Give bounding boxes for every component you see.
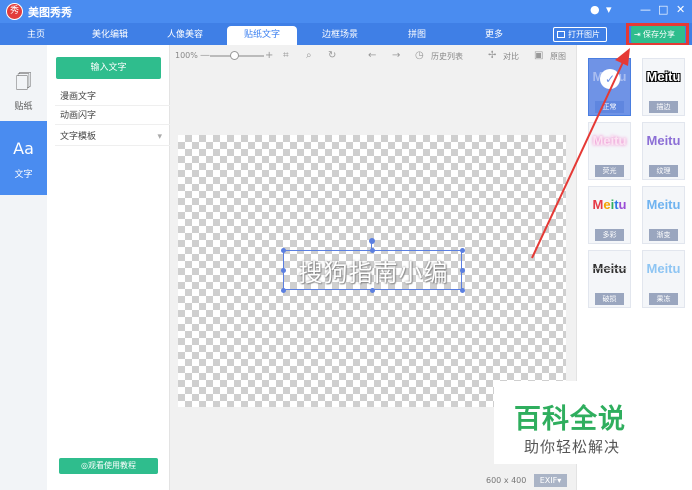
left-nav: 🗍 贴纸 Aa 文字	[0, 45, 47, 490]
open-image-button[interactable]: 打开图片	[553, 27, 607, 42]
tab-home[interactable]: 主页	[14, 26, 58, 45]
resize-handle-mr[interactable]	[460, 268, 465, 273]
nav-sticker[interactable]: 🗍 贴纸	[0, 53, 47, 127]
skin-icon[interactable]: ●	[590, 3, 600, 16]
style-neon[interactable]: Meitu 荧光	[588, 122, 631, 180]
maximize-icon[interactable]: □	[658, 3, 668, 16]
nav-text[interactable]: Aa 文字	[0, 121, 47, 195]
style-colorful[interactable]: Meitu 多彩	[588, 186, 631, 244]
text-panel: 输入文字 漫画文字 动画闪字 文字模板 ▾ ◎观看使用教程	[47, 45, 170, 490]
compare-icon[interactable]: ✢	[488, 50, 496, 61]
menu-item-comic-text[interactable]: 漫画文字	[55, 88, 170, 106]
zoom-in-icon[interactable]: +	[265, 50, 273, 61]
tab-portrait[interactable]: 人像美容	[157, 26, 213, 45]
style-gradient[interactable]: Meitu 渐变	[642, 186, 685, 244]
menu-item-text-template[interactable]: 文字模板 ▾	[55, 128, 170, 146]
image-size-label: 600 x 400	[486, 476, 527, 485]
watermark-subtitle: 助你轻松解决	[524, 438, 621, 456]
text-icon: Aa	[13, 139, 34, 158]
save-highlight-box	[626, 23, 689, 46]
resize-handle-tl[interactable]	[281, 248, 286, 253]
search-icon[interactable]: ⌕	[306, 50, 312, 61]
app-title: 美图秀秀	[28, 6, 72, 19]
redo-icon[interactable]: →	[392, 50, 400, 61]
tab-collage[interactable]: 拼图	[397, 26, 437, 45]
tab-more[interactable]: 更多	[474, 26, 514, 45]
history-icon[interactable]: ◷	[415, 50, 424, 61]
style-broken[interactable]: Meitu 破损	[588, 250, 631, 308]
zoom-slider-handle[interactable]	[230, 51, 239, 60]
resize-handle-br[interactable]	[460, 288, 465, 293]
crop-icon[interactable]: ⌗	[283, 50, 289, 61]
title-bar: 秀 美图秀秀 ● ▾ — □ ✕	[0, 0, 692, 23]
sticker-icon: 🗍	[15, 72, 32, 91]
style-texture[interactable]: Meitu 纹理	[642, 122, 685, 180]
input-text-button[interactable]: 输入文字	[56, 57, 161, 79]
menu-icon[interactable]: ▾	[606, 3, 612, 16]
resize-handle-tr[interactable]	[460, 248, 465, 253]
check-icon: ✓	[600, 69, 620, 89]
watermark: 百科全说 助你轻松解决	[494, 381, 692, 464]
tab-beautify[interactable]: 美化编辑	[82, 26, 138, 45]
resize-handle-bm[interactable]	[370, 288, 375, 293]
watermark-title: 百科全说	[514, 404, 626, 435]
style-normal[interactable]: Meitu ✓ 正常	[588, 58, 631, 116]
zoom-out-icon[interactable]: —	[200, 50, 210, 61]
chevron-down-icon: ▾	[157, 132, 162, 142]
history-button[interactable]: 历史列表	[431, 51, 463, 62]
image-icon	[557, 31, 565, 38]
resize-handle-ml[interactable]	[281, 268, 286, 273]
exif-button[interactable]: EXIF▾	[534, 474, 567, 487]
original-icon[interactable]: ▣	[534, 50, 543, 61]
tab-frame-scene[interactable]: 边框场景	[312, 26, 368, 45]
minimize-icon[interactable]: —	[640, 3, 651, 16]
undo-icon[interactable]: ←	[368, 50, 376, 61]
close-icon[interactable]: ✕	[676, 3, 685, 16]
resize-handle-tm[interactable]	[370, 248, 375, 253]
rotate-handle[interactable]	[369, 238, 375, 244]
style-jelly[interactable]: Meitu 果冻	[642, 250, 685, 308]
toolbar: 100% — + ⌗ ⌕ ↻ ← → ◷ 历史列表 ✢ 对比 ▣ 原图	[170, 45, 576, 66]
zoom-value: 100%	[175, 51, 198, 60]
tutorial-button[interactable]: ◎观看使用教程	[59, 458, 158, 474]
tab-sticker-text[interactable]: 贴纸文字	[227, 26, 297, 45]
menu-item-animated-text[interactable]: 动画闪字	[55, 107, 170, 125]
original-button[interactable]: 原图	[550, 51, 566, 62]
style-outline[interactable]: Meitu 描边	[642, 58, 685, 116]
app-logo-icon: 秀	[6, 3, 23, 20]
rotate-icon[interactable]: ↻	[328, 50, 336, 61]
canvas-text[interactable]: 搜狗指南小编	[284, 253, 463, 288]
compare-button[interactable]: 对比	[503, 51, 519, 62]
text-selection-box[interactable]: 搜狗指南小编	[283, 250, 462, 290]
resize-handle-bl[interactable]	[281, 288, 286, 293]
